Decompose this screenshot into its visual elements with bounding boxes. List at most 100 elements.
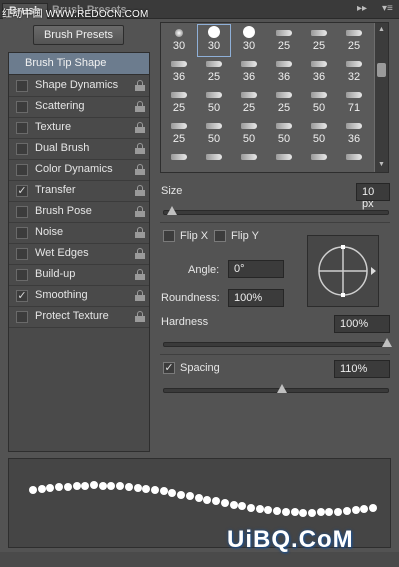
grid-scrollbar[interactable]: ▲ ▼ bbox=[375, 23, 388, 172]
brush-tip-cell[interactable]: 25 bbox=[163, 87, 195, 118]
brush-tip-cell[interactable]: 36 bbox=[268, 56, 300, 87]
size-input[interactable]: 10 px bbox=[356, 183, 390, 210]
brush-tip-cell[interactable] bbox=[233, 149, 265, 180]
brush-stroke-icon bbox=[276, 92, 292, 98]
brush-tip-cell[interactable]: 50 bbox=[198, 118, 230, 149]
lock-icon[interactable] bbox=[135, 185, 145, 196]
lock-icon[interactable] bbox=[135, 311, 145, 322]
brush-tip-cell[interactable]: 30 bbox=[163, 25, 195, 56]
option-checkbox[interactable] bbox=[16, 164, 28, 176]
lock-icon[interactable] bbox=[135, 206, 145, 217]
option-shape-dynamics[interactable]: Shape Dynamics bbox=[9, 76, 149, 97]
brush-tip-cell[interactable]: 25 bbox=[233, 87, 265, 118]
brush-tip-cell[interactable]: 36 bbox=[233, 56, 265, 87]
collapse-icon[interactable]: ▸▸ bbox=[357, 3, 367, 14]
brush-tip-cell[interactable]: 25 bbox=[268, 87, 300, 118]
brush-tip-cell[interactable]: 36 bbox=[303, 56, 335, 87]
brush-tip-cell[interactable]: 25 bbox=[268, 25, 300, 56]
option-texture[interactable]: Texture bbox=[9, 118, 149, 139]
brush-tip-cell[interactable] bbox=[198, 149, 230, 180]
scroll-thumb[interactable] bbox=[377, 63, 386, 77]
lock-icon[interactable] bbox=[135, 269, 145, 280]
brush-tip-cell[interactable]: 30 bbox=[197, 24, 231, 57]
option-noise[interactable]: Noise bbox=[9, 223, 149, 244]
lock-icon[interactable] bbox=[135, 80, 145, 91]
lock-icon[interactable] bbox=[135, 122, 145, 133]
brush-tip-cell[interactable]: 25 bbox=[198, 56, 230, 87]
lock-icon[interactable] bbox=[135, 164, 145, 175]
checkmark-icon: ✓ bbox=[164, 362, 174, 374]
brush-tip-cell[interactable]: 25 bbox=[303, 25, 335, 56]
angle-input[interactable]: 0° bbox=[228, 260, 284, 278]
panel-menu-icon[interactable]: ▾≡ bbox=[382, 3, 393, 14]
lock-icon[interactable] bbox=[135, 227, 145, 238]
option-brush-pose[interactable]: Brush Pose bbox=[9, 202, 149, 223]
brush-tip-cell[interactable]: 71 bbox=[338, 87, 370, 118]
brush-tip-cell[interactable]: 25 bbox=[163, 118, 195, 149]
angle-roundness-widget[interactable] bbox=[307, 235, 379, 307]
spacing-input[interactable]: 110% bbox=[334, 360, 390, 378]
option-scattering[interactable]: Scattering bbox=[9, 97, 149, 118]
option-checkbox[interactable] bbox=[16, 101, 28, 113]
checkmark-icon: ✓ bbox=[17, 290, 27, 302]
option-wet-edges[interactable]: Wet Edges bbox=[9, 244, 149, 265]
option-checkbox[interactable]: ✓ bbox=[16, 290, 28, 302]
brush-tip-cell[interactable] bbox=[338, 149, 370, 180]
brush-presets-button[interactable]: Brush Presets bbox=[33, 25, 124, 45]
stroke-dot bbox=[63, 482, 72, 491]
spacing-slider-knob[interactable] bbox=[277, 384, 287, 393]
scroll-down-icon[interactable]: ▼ bbox=[378, 161, 385, 168]
brush-tip-cell[interactable] bbox=[268, 149, 300, 180]
scroll-up-icon[interactable]: ▲ bbox=[378, 26, 385, 33]
option-transfer[interactable]: ✓ Transfer bbox=[9, 181, 149, 202]
spacing-checkbox[interactable]: ✓ bbox=[163, 362, 175, 374]
brush-tip-cell[interactable] bbox=[303, 149, 335, 180]
lock-icon[interactable] bbox=[135, 290, 145, 301]
lock-icon[interactable] bbox=[135, 248, 145, 259]
brush-tip-cell[interactable]: 30 bbox=[233, 25, 265, 56]
angle-crosshair-icon[interactable] bbox=[308, 236, 380, 308]
brush-tip-cell[interactable]: 50 bbox=[303, 87, 335, 118]
hardness-input[interactable]: 100% bbox=[334, 315, 390, 333]
option-checkbox[interactable] bbox=[16, 269, 28, 281]
option-color-dynamics[interactable]: Color Dynamics bbox=[9, 160, 149, 181]
brush-tip-cell[interactable]: 36 bbox=[163, 56, 195, 87]
brush-tip-cell[interactable]: 50 bbox=[303, 118, 335, 149]
stroke-dot bbox=[55, 483, 64, 492]
brush-tip-cell[interactable]: 50 bbox=[198, 87, 230, 118]
brush-tip-cell[interactable]: 50 bbox=[268, 118, 300, 149]
panel-tab-bar: Brush Brush Presets 红动中国 WWW.REDOCN.COM … bbox=[0, 0, 399, 20]
hardness-slider[interactable] bbox=[163, 338, 392, 347]
brush-tip-cell[interactable]: 36 bbox=[338, 118, 370, 149]
option-protect-texture[interactable]: Protect Texture bbox=[9, 307, 149, 328]
flip-y-checkbox[interactable] bbox=[214, 230, 226, 242]
option-checkbox[interactable]: ✓ bbox=[16, 185, 28, 197]
option-dual-brush[interactable]: Dual Brush bbox=[9, 139, 149, 160]
flip-x-checkbox[interactable] bbox=[163, 230, 175, 242]
option-label: Build-up bbox=[35, 268, 76, 280]
lock-icon[interactable] bbox=[135, 101, 145, 112]
option-checkbox[interactable] bbox=[16, 122, 28, 134]
size-slider[interactable] bbox=[163, 206, 389, 215]
brush-size-label: 25 bbox=[347, 40, 361, 52]
option-checkbox[interactable] bbox=[16, 227, 28, 239]
roundness-input[interactable]: 100% bbox=[228, 289, 284, 307]
brush-tip-cell[interactable]: 32 bbox=[338, 56, 370, 87]
hardness-slider-knob[interactable] bbox=[382, 338, 392, 347]
size-slider-knob[interactable] bbox=[167, 206, 177, 215]
lock-icon[interactable] bbox=[135, 143, 145, 154]
option-checkbox[interactable] bbox=[16, 206, 28, 218]
option-checkbox[interactable] bbox=[16, 80, 28, 92]
option-build-up[interactable]: Build-up bbox=[9, 265, 149, 286]
option-checkbox[interactable] bbox=[16, 248, 28, 260]
option-label: Transfer bbox=[35, 184, 76, 196]
brush-tip-shape-item[interactable]: Brush Tip Shape bbox=[9, 53, 149, 75]
option-checkbox[interactable] bbox=[16, 143, 28, 155]
brush-tip-cell[interactable]: 25 bbox=[338, 25, 370, 56]
brush-tip-cell[interactable]: 50 bbox=[233, 118, 265, 149]
spacing-slider[interactable] bbox=[163, 384, 389, 393]
brush-tip-cell[interactable] bbox=[163, 149, 195, 180]
brush-size-label: 30 bbox=[242, 40, 256, 52]
option-checkbox[interactable] bbox=[16, 311, 28, 323]
option-smoothing[interactable]: ✓ Smoothing bbox=[9, 286, 149, 307]
